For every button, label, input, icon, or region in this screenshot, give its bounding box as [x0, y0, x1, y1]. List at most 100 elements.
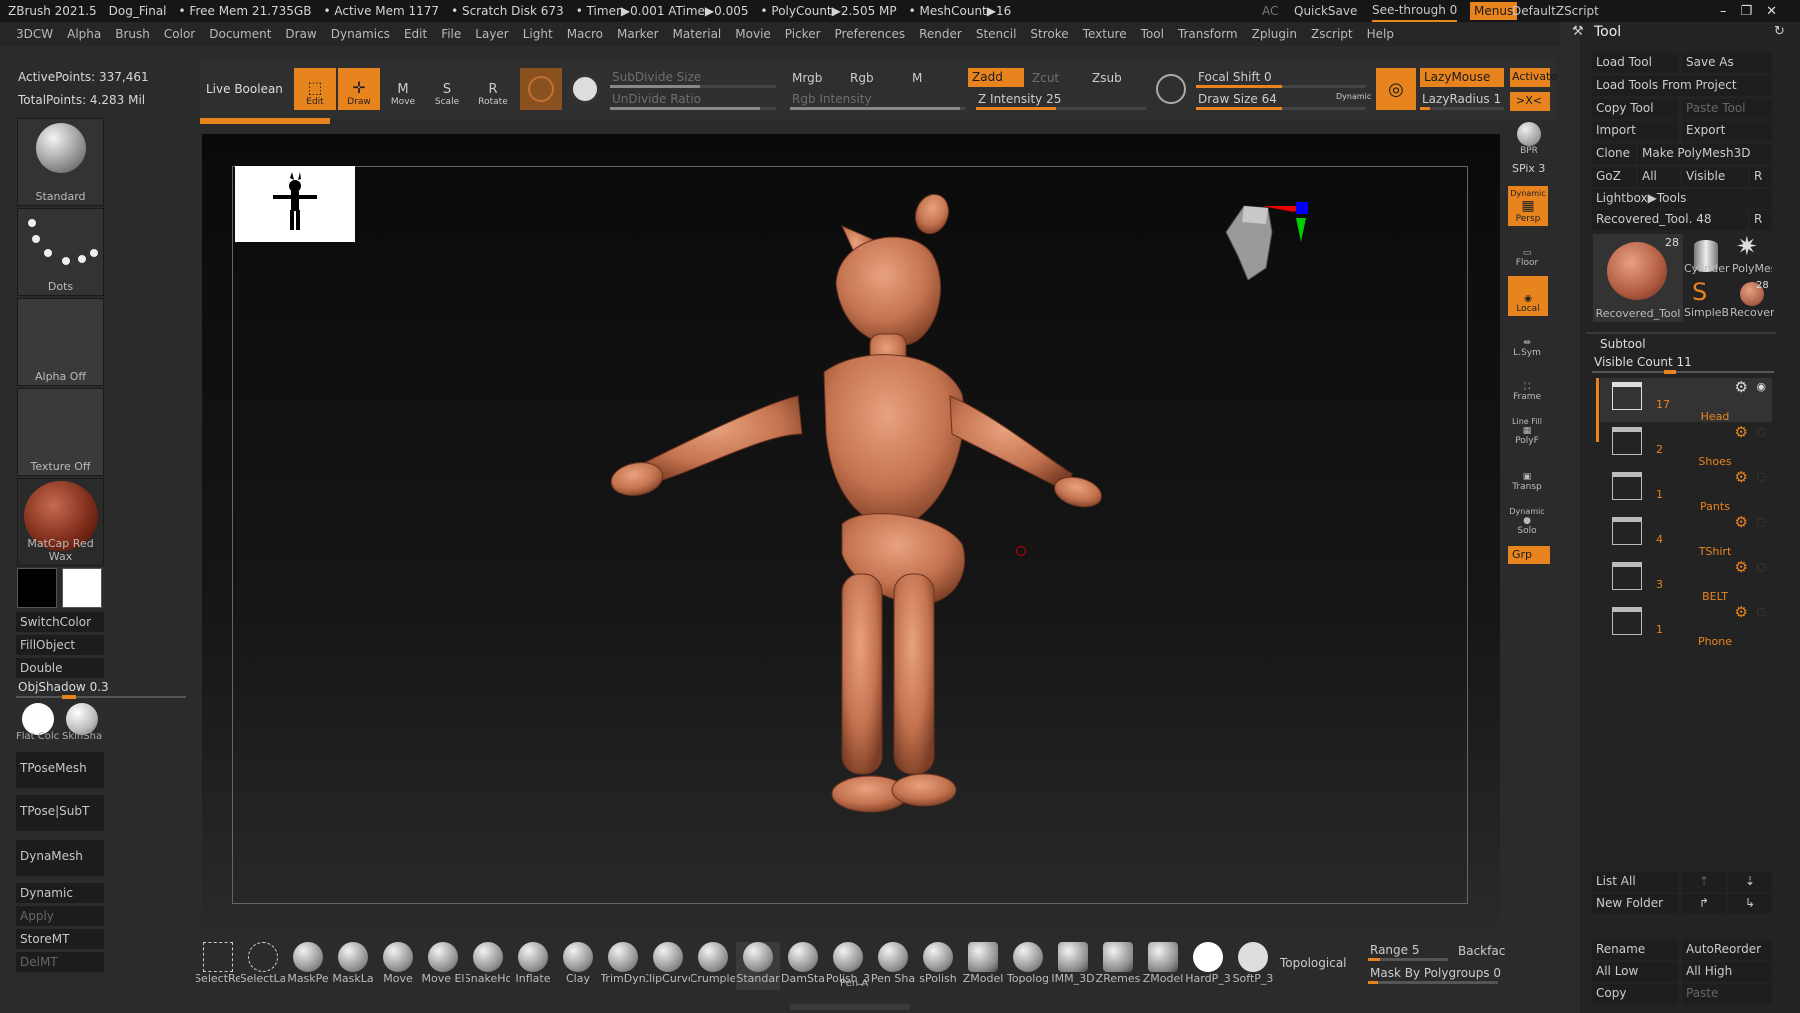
brush-slot[interactable]: Move: [376, 942, 420, 990]
dynamic-size-toggle[interactable]: Dynamic: [1336, 92, 1371, 101]
menu-item[interactable]: Material: [673, 27, 722, 41]
make-polymesh3d-button[interactable]: Make PolyMesh3D: [1638, 144, 1772, 164]
brush-slot[interactable]: IMM_3D: [1051, 942, 1095, 990]
brush-slot[interactable]: ZRemes: [1096, 942, 1140, 990]
tool-refresh-icon[interactable]: ↻: [1774, 24, 1785, 39]
lazymouse-icon[interactable]: ◎: [1376, 68, 1416, 110]
autoreorder-button[interactable]: AutoReorder: [1682, 940, 1772, 960]
close-icon[interactable]: ✕: [1766, 4, 1777, 19]
brush-slot[interactable]: SoftP_3: [1231, 942, 1275, 990]
brush-slot[interactable]: MaskLa: [331, 942, 375, 990]
brush-slot[interactable]: Topolog: [1006, 942, 1050, 990]
material-selector[interactable]: MatCap Red Wax: [17, 478, 104, 566]
r2-button[interactable]: R: [1750, 210, 1772, 230]
material-sphere-button[interactable]: [520, 68, 562, 110]
move-down-icon[interactable]: ⇣: [1728, 872, 1772, 892]
visible-count-slider[interactable]: Visible Count 11: [1594, 355, 1692, 369]
spix-slider[interactable]: SPix 3: [1512, 162, 1545, 175]
menu-item[interactable]: Stencil: [976, 27, 1017, 41]
bottom-shelf-scroll[interactable]: [790, 1004, 910, 1010]
objshadow-knob[interactable]: [62, 695, 76, 699]
subtool-row[interactable]: 1 Phone ⚙ ◌: [1600, 603, 1772, 648]
zsub-button[interactable]: Zsub: [1092, 71, 1122, 85]
subtool-row[interactable]: 17 Head ⚙ ◉: [1600, 378, 1772, 423]
load-tools-from-project-button[interactable]: Load Tools From Project: [1592, 76, 1772, 96]
floor-button[interactable]: ▭ Floor: [1508, 232, 1546, 270]
clone-button[interactable]: Clone: [1592, 144, 1636, 164]
rotate-button[interactable]: R Rotate: [472, 68, 514, 110]
stroke-target-icon[interactable]: [1156, 74, 1186, 104]
apply-button[interactable]: Apply: [16, 906, 104, 926]
switchcolor-button[interactable]: SwitchColor: [16, 612, 104, 632]
subtool-row[interactable]: 2 Shoes ⚙ ◌: [1600, 423, 1772, 468]
fillobject-button[interactable]: FillObject: [16, 635, 104, 655]
brush-slot[interactable]: HardP_3: [1186, 942, 1230, 990]
brush-slot[interactable]: sPolish: [916, 942, 960, 990]
range-knob[interactable]: [1368, 958, 1380, 961]
export-button[interactable]: Export: [1682, 121, 1772, 141]
brush-slot[interactable]: ZModel: [961, 942, 1005, 990]
menu-item[interactable]: Preferences: [835, 27, 906, 41]
lazyradius-slider[interactable]: LazyRadius 1: [1422, 92, 1501, 106]
menu-item[interactable]: Stroke: [1030, 27, 1068, 41]
insert-arrow-icon[interactable]: ↳: [1728, 894, 1772, 914]
transp-button[interactable]: ▣ Transp: [1508, 456, 1546, 494]
visible-count-knob[interactable]: [1664, 370, 1676, 374]
storemt-button[interactable]: StoreMT: [16, 929, 104, 949]
polymesh-star-icon[interactable]: ✷: [1736, 232, 1758, 262]
menu-item[interactable]: Texture: [1083, 27, 1127, 41]
save-as-button[interactable]: Save As: [1682, 53, 1772, 73]
edit-button[interactable]: ⬚ Edit: [294, 68, 336, 110]
zcut-button[interactable]: Zcut: [1032, 71, 1059, 85]
move-up-icon[interactable]: ⇡: [1682, 872, 1726, 892]
gear-icon[interactable]: ⚙: [1735, 423, 1748, 441]
see-through-slider[interactable]: See-through 0: [1372, 0, 1458, 22]
menu-item[interactable]: Draw: [285, 27, 316, 41]
quicksave-button[interactable]: QuickSave: [1294, 0, 1357, 22]
current-tool-slider[interactable]: Recovered_Tool. 48: [1592, 210, 1748, 230]
dynamesh-button[interactable]: DynaMesh: [16, 840, 104, 876]
all-high-button[interactable]: All High: [1682, 962, 1772, 982]
load-tool-button[interactable]: Load Tool: [1592, 53, 1678, 73]
brush-slot-active[interactable]: Standar: [736, 942, 780, 990]
brush-slot[interactable]: SelectRe: [196, 942, 240, 990]
paste-tool-button[interactable]: Paste Tool: [1682, 99, 1772, 119]
copy-subtool-button[interactable]: Copy: [1592, 984, 1678, 1004]
lsym-button[interactable]: ⇹ L.Sym: [1508, 322, 1546, 360]
menu-item[interactable]: File: [441, 27, 461, 41]
m-button[interactable]: M: [912, 71, 922, 85]
rgb-intensity-slider[interactable]: Rgb Intensity: [792, 92, 872, 106]
redo-arrow-icon[interactable]: ↱: [1682, 894, 1726, 914]
local-button[interactable]: ◉ Local: [1508, 276, 1548, 316]
lightbox-tools-button[interactable]: Lightbox▶Tools: [1592, 189, 1772, 209]
bpr-button[interactable]: BPR: [1510, 120, 1548, 158]
live-boolean-button[interactable]: Live Boolean: [206, 82, 283, 96]
rgb-button[interactable]: Rgb: [850, 71, 874, 85]
restore-icon[interactable]: ❐: [1741, 4, 1753, 19]
menus-button[interactable]: Menus: [1470, 2, 1518, 20]
menu-item[interactable]: Transform: [1178, 27, 1238, 41]
all-low-button[interactable]: All Low: [1592, 962, 1678, 982]
menu-item[interactable]: Brush: [115, 27, 150, 41]
z-intensity-slider[interactable]: Z Intensity 25: [978, 92, 1061, 106]
visible-button[interactable]: Visible: [1682, 167, 1748, 187]
solo-button[interactable]: Dynamic ● Solo: [1508, 498, 1546, 538]
eye-icon[interactable]: ◌: [1756, 470, 1766, 483]
menu-item[interactable]: Alpha: [67, 27, 101, 41]
mask-by-polygroups-slider[interactable]: Mask By Polygroups 0: [1370, 966, 1501, 980]
mask-pg-knob[interactable]: [1368, 981, 1378, 984]
secondary-color-swatch[interactable]: [62, 568, 102, 608]
copy-tool-button[interactable]: Copy Tool: [1592, 99, 1678, 119]
minimize-icon[interactable]: –: [1720, 4, 1727, 19]
primary-color-swatch[interactable]: [17, 568, 57, 608]
gear-icon[interactable]: ⚙: [1735, 603, 1748, 621]
menu-item[interactable]: Edit: [404, 27, 427, 41]
gear-icon[interactable]: ⚙: [1735, 378, 1748, 396]
brush-slot[interactable]: DamSta: [781, 942, 825, 990]
import-button[interactable]: Import: [1592, 121, 1678, 141]
topological-button[interactable]: Topological: [1280, 956, 1347, 970]
menu-item[interactable]: Light: [523, 27, 553, 41]
tool-thumbnail[interactable]: 28 Recovered_Tool: [1593, 234, 1683, 322]
brush-selector[interactable]: Standard: [17, 118, 104, 206]
brush-slot[interactable]: Pen Sha: [871, 942, 915, 990]
